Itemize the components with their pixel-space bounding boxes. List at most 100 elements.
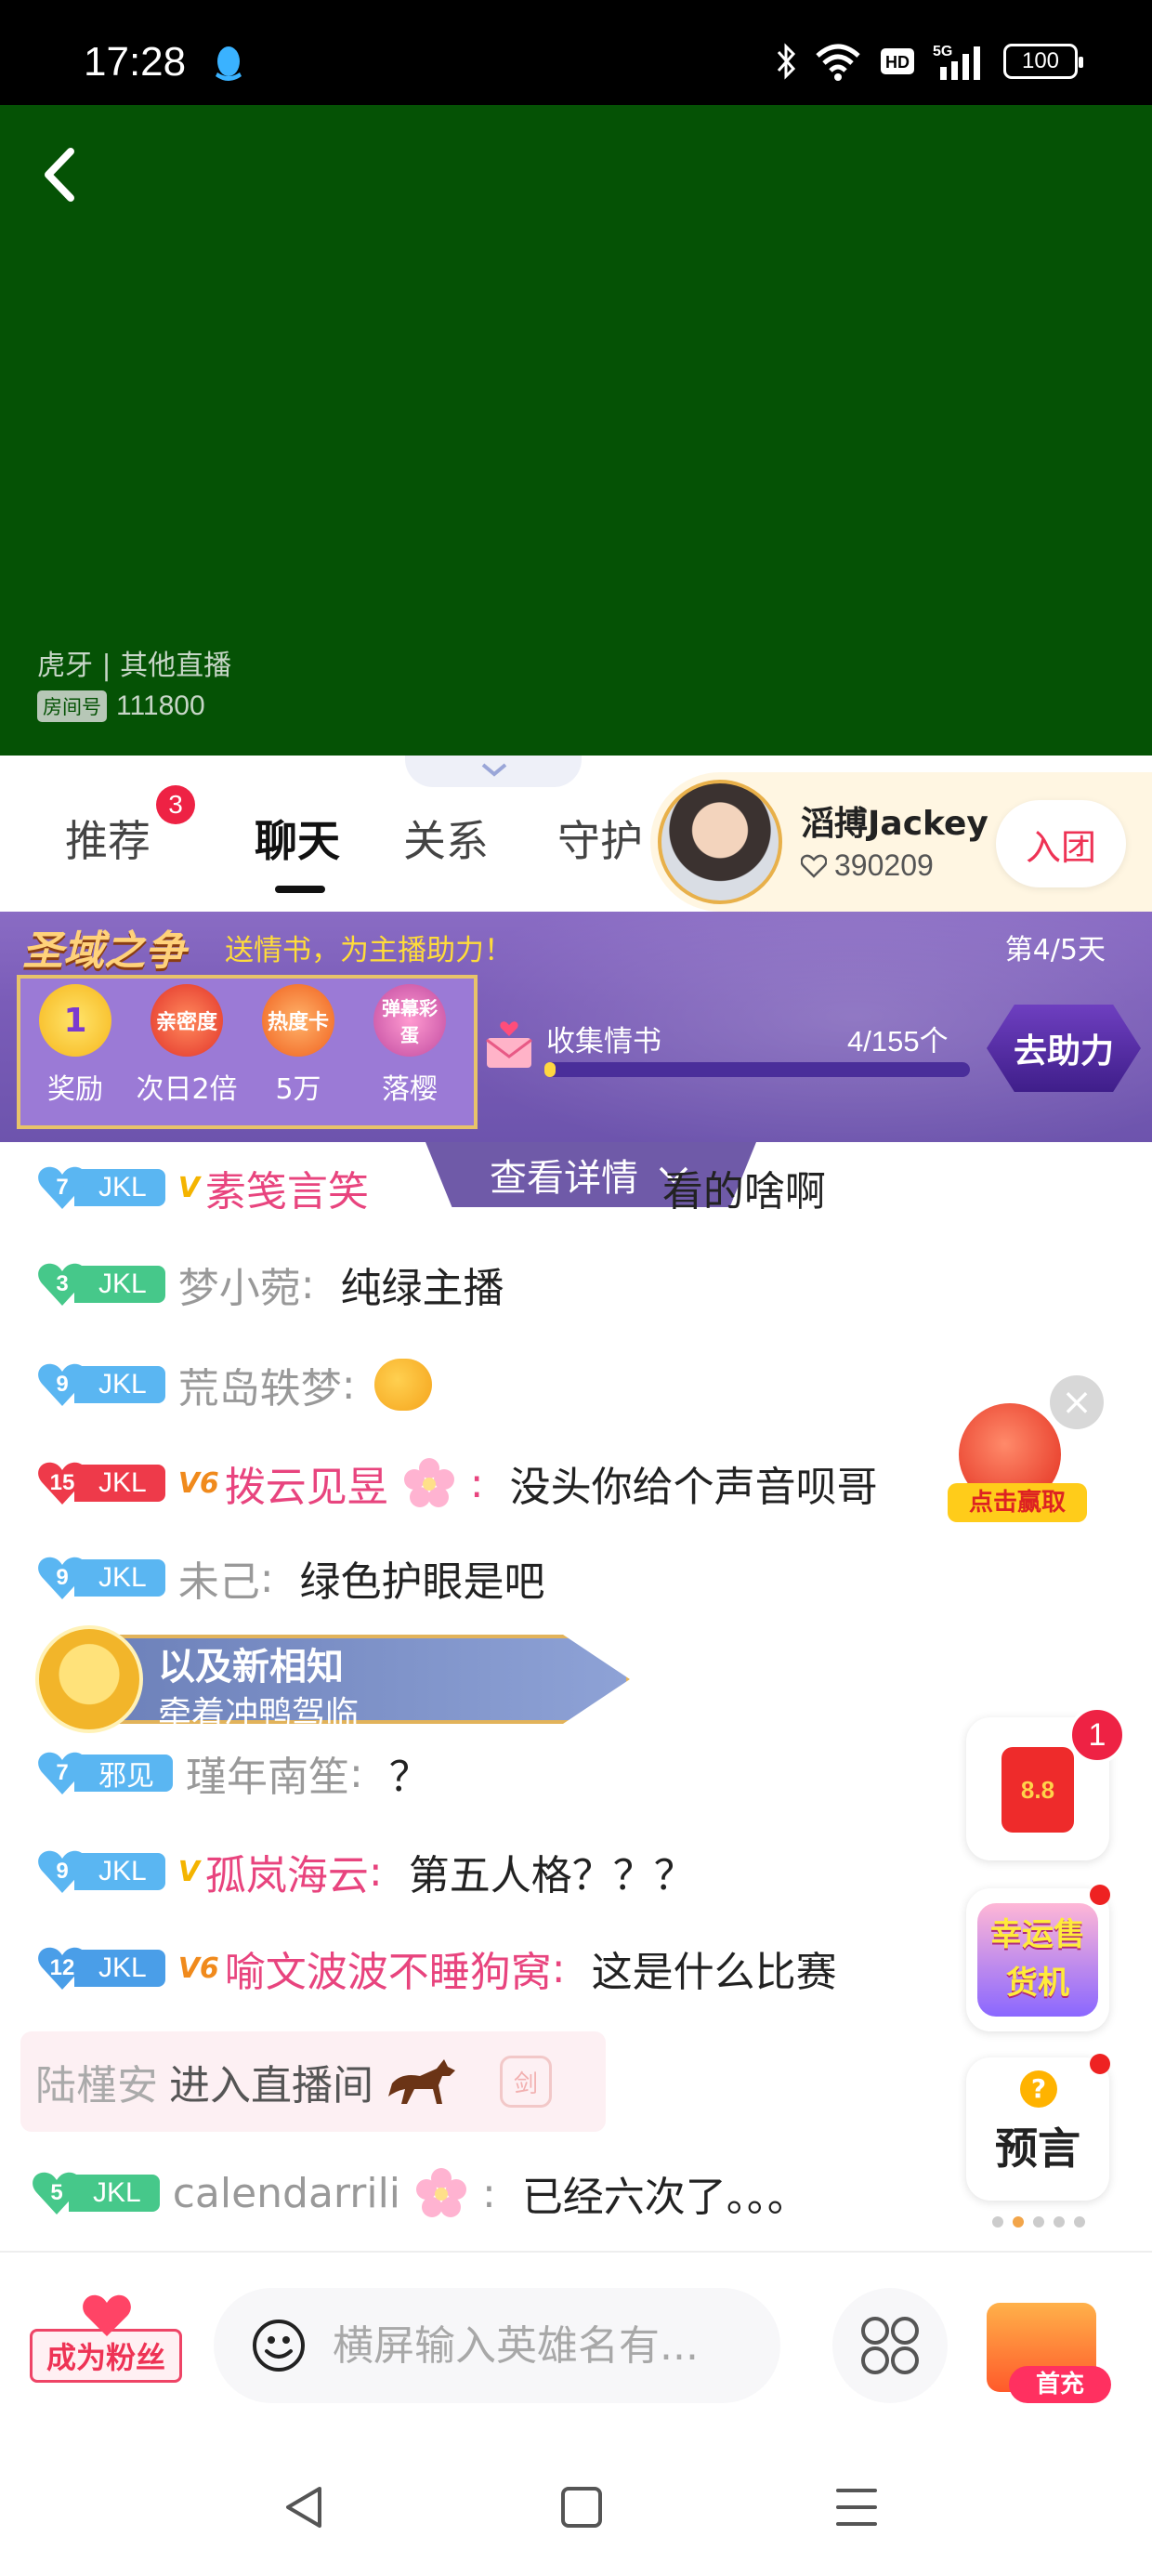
chat-message[interactable]: 9 JKL V 孤岚海云 : 第五人格？？？: [37, 1844, 695, 1899]
chat-message[interactable]: 9 JKL 荒岛轶梦 :: [37, 1357, 432, 1413]
fan-tag: JKL: [74, 1465, 165, 1502]
chat-message[interactable]: 5 JKL calendarrili : 已经六次了。。。: [32, 2165, 808, 2221]
chat-text: 纯绿主播: [340, 1265, 504, 1312]
chat-separator: :: [300, 1260, 341, 1308]
join-fan-group-button[interactable]: 入团: [996, 800, 1126, 887]
status-time: 17:28: [84, 39, 187, 85]
become-fan-button[interactable]: 成为粉丝: [30, 2293, 182, 2383]
nav-menu-icon[interactable]: [832, 2483, 881, 2531]
reward-item: 亲密度 次日2倍: [136, 984, 238, 1107]
help-button[interactable]: 去助力: [987, 1005, 1141, 1092]
reward-item: 热度卡 5万: [247, 984, 349, 1107]
first-recharge-button[interactable]: 首充: [972, 2279, 1111, 2409]
member-entry-banner[interactable]: 以及新相知 牵着冲鸭驾临: [35, 1620, 676, 1737]
nav-back-icon[interactable]: [281, 2483, 327, 2531]
page-dot: [1054, 2216, 1065, 2228]
rocket-widget[interactable]: 点击赢取: [948, 1403, 1087, 1524]
chat-message[interactable]: 9 JKL 未己 : 绿色护眼是吧: [37, 1550, 545, 1606]
back-arrow-icon[interactable]: [35, 142, 87, 207]
chat-username[interactable]: calendarrili: [173, 2170, 400, 2217]
nav-home-icon[interactable]: [559, 2483, 604, 2531]
prophecy-widget[interactable]: ? 预言: [966, 2057, 1109, 2201]
rocket-label: 点击赢取: [948, 1483, 1087, 1522]
chat-text: 已经六次了。。。: [521, 2174, 808, 2221]
reward-label: 落樱: [382, 1073, 438, 1106]
tab-recommend-badge: 3: [156, 785, 195, 824]
fan-tag: JKL: [74, 1853, 165, 1890]
red-packet-badge: 1: [1068, 1706, 1126, 1764]
chat-username[interactable]: 未己: [178, 1548, 260, 1608]
status-icons: HD 5G 100: [775, 41, 1083, 82]
chat-separator: :: [259, 1554, 300, 1602]
vending-machine-widget[interactable]: 幸运售货机: [966, 1888, 1109, 2031]
chevron-down-icon: [481, 763, 507, 777]
tab-relations[interactable]: 关系: [403, 808, 489, 869]
svg-text:HD: HD: [885, 53, 910, 72]
room-info: 房间号 111800: [37, 690, 205, 722]
chat-message[interactable]: 12 JKL V6 喻文波波不睡狗窝 : 这是什么比赛: [37, 1940, 837, 1996]
chat-message[interactable]: 15 JKL V6 拨云见昱 : 没头你给个声音呗哥: [37, 1455, 878, 1511]
member-name: 以及新相知: [158, 1646, 344, 1689]
anchor-fans-count: 390209: [834, 848, 934, 882]
chat-message[interactable]: 7 邪见 瑾年南笙 : ？: [37, 1745, 430, 1801]
chat-username[interactable]: 喻文波波不睡狗窝: [225, 1939, 552, 1998]
heat-card-icon: 热度卡: [262, 984, 334, 1057]
vip-mark: V6: [177, 1466, 219, 1500]
member-subtitle: 牵着冲鸭驾临: [158, 1695, 360, 1733]
tab-guard[interactable]: 守护: [557, 808, 643, 869]
reward-item: 1 奖励: [24, 984, 126, 1107]
chat-input[interactable]: [333, 2321, 779, 2370]
grid-icon: [861, 2317, 919, 2374]
more-options-button[interactable]: [832, 2288, 948, 2403]
love-letter-icon: [486, 1021, 532, 1068]
chat-username[interactable]: 梦小菀: [178, 1255, 301, 1314]
page-dot-active: [1013, 2216, 1024, 2228]
video-player[interactable]: 虎牙 | 其他直播 房间号 111800: [0, 105, 1152, 756]
chat-separator: :: [551, 1944, 592, 1992]
tab-chat[interactable]: 聊天: [255, 808, 340, 869]
chat-separator: :: [349, 1749, 389, 1797]
enter-notice-user[interactable]: 陆槿安: [35, 2052, 158, 2111]
chat-username[interactable]: 瑾年南笙: [186, 1743, 349, 1803]
event-slogan: 送情书，为主播助力！: [225, 934, 513, 967]
reward-label: 5万: [275, 1073, 321, 1106]
tab-recommend[interactable]: 推荐: [65, 808, 151, 869]
red-packet-amount: 8.8: [1020, 1775, 1055, 1804]
fan-badge: 9 JKL: [37, 1555, 165, 1601]
chat-username[interactable]: 孤岚海云: [205, 1842, 369, 1901]
smiley-icon[interactable]: [251, 2318, 307, 2373]
anchor-card[interactable]: 滔搏Jackey 390209 入团: [650, 772, 1152, 912]
reward-label: 奖励: [47, 1073, 103, 1106]
chat-text: 第五人格？？？: [408, 1852, 695, 1899]
chat-separator: :: [368, 1847, 409, 1896]
chat-input-box[interactable]: [214, 2288, 780, 2403]
chat-text: 绿色护眼是吧: [299, 1558, 545, 1606]
star-icon: 1: [39, 984, 111, 1057]
reward-box[interactable]: 1 奖励 亲密度 次日2倍 热度卡 5万 弹幕彩蛋 落樱: [17, 975, 478, 1129]
vip-mark: V: [177, 1171, 200, 1204]
red-packet-icon: 8.8: [1001, 1747, 1074, 1833]
chat-username[interactable]: 拨云见昱: [225, 1453, 388, 1513]
question-icon: ?: [1020, 2070, 1057, 2108]
vending-machine-label: 幸运售货机: [977, 1903, 1098, 2017]
emoji-sticker-icon: [373, 1359, 432, 1411]
chat-username[interactable]: 素笺言笑: [205, 1158, 369, 1217]
qq-icon: [216, 46, 242, 81]
chat-text: 看的啥啊: [661, 1168, 826, 1216]
chat-text: ？: [388, 1754, 430, 1801]
fan-tag: JKL: [74, 1950, 165, 1987]
fan-tag: JKL: [74, 1366, 165, 1403]
collapse-handle[interactable]: [405, 756, 582, 787]
anchor-fans: 390209: [801, 848, 934, 883]
chat-message[interactable]: 3 JKL 梦小菀 : 纯绿主播: [37, 1256, 504, 1312]
wifi-icon: [816, 44, 860, 81]
chat-username[interactable]: 荒岛轶梦: [178, 1355, 342, 1414]
5g-signal-icon: 5G: [933, 44, 980, 80]
status-bar: 17:28 HD 5G 100: [0, 0, 1152, 105]
event-day: 第4/5天: [1004, 934, 1106, 966]
chat-text: 没头你给个声音呗哥: [509, 1464, 878, 1511]
anchor-avatar[interactable]: [658, 780, 782, 904]
vip-mark: V6: [177, 1952, 219, 1985]
chat-separator: :: [469, 1459, 510, 1507]
chat-message[interactable]: 7 JKL V 素笺言笑 看的啥啊: [37, 1160, 826, 1216]
